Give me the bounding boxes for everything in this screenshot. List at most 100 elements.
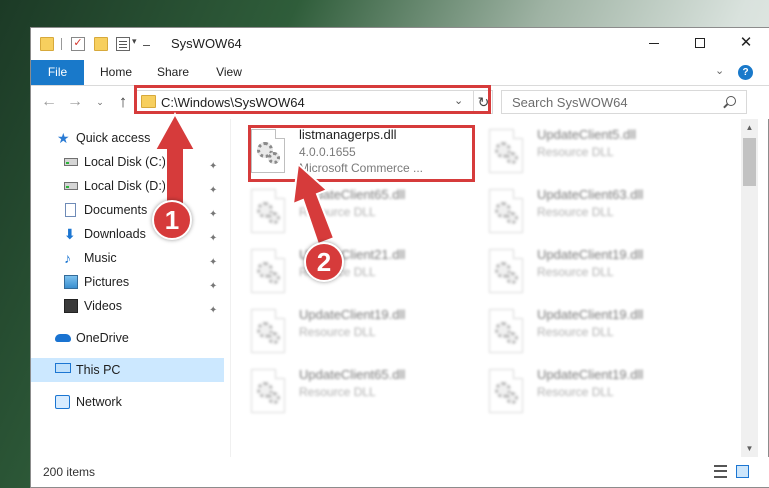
sidebar-item-network[interactable]: Network: [31, 390, 224, 414]
search-box[interactable]: Search SysWOW64: [501, 90, 747, 114]
file-item[interactable]: UpdateClient65.dll Resource DLL: [231, 361, 461, 417]
minimize-icon: [649, 42, 659, 44]
tab-share[interactable]: Share: [151, 60, 195, 85]
file-name: UpdateClient65.dll: [299, 187, 406, 202]
large-icons-view-icon[interactable]: [736, 465, 749, 478]
sidebar-item-label: Local Disk (C:): [84, 155, 166, 169]
qa-dropdown-icon[interactable]: ▾: [132, 36, 137, 47]
details-view-icon[interactable]: [714, 465, 727, 478]
sidebar-item-videos[interactable]: Videos ✦: [31, 294, 224, 318]
window-title: SysWOW64: [171, 36, 242, 51]
dll-file-icon: [489, 249, 523, 293]
onedrive-icon: [55, 334, 71, 342]
file-description: Resource DLL: [537, 265, 614, 279]
file-description: Resource DLL: [537, 385, 614, 399]
disk-icon: [64, 158, 78, 166]
sidebar-item-label: Videos: [84, 299, 122, 313]
star-icon: ★: [57, 130, 70, 146]
sidebar-item-quick-access[interactable]: ★ Quick access: [31, 126, 224, 150]
sidebar-item-label: Network: [76, 395, 122, 409]
file-item[interactable]: UpdateClient63.dll Resource DLL: [469, 181, 699, 237]
qa-toolbar-arrow-icon[interactable]: [143, 45, 150, 46]
up-button[interactable]: ↑: [113, 91, 133, 113]
dll-file-icon: [251, 369, 285, 413]
file-item[interactable]: UpdateClient19.dll Resource DLL: [469, 301, 699, 357]
pin-icon[interactable]: ✦: [209, 299, 217, 323]
sidebar-item-music[interactable]: ♪ Music ✦: [31, 246, 224, 270]
music-icon: ♪: [64, 250, 71, 266]
close-button[interactable]: ✕: [723, 28, 769, 58]
file-item[interactable]: UpdateClient19.dll Resource DLL: [469, 361, 699, 417]
file-name: UpdateClient65.dll: [299, 367, 406, 382]
file-name: UpdateClient19.dll: [537, 367, 644, 382]
file-description: Resource DLL: [537, 205, 614, 219]
search-icon[interactable]: [726, 96, 736, 106]
vertical-scrollbar[interactable]: ▲ ▼: [741, 119, 758, 457]
dll-file-icon: [489, 309, 523, 353]
dll-file-icon: [489, 129, 523, 173]
help-icon[interactable]: ?: [738, 65, 753, 80]
network-icon: [55, 395, 70, 409]
navigation-pane: ★ Quick access Local Disk (C:) ✦ Local D…: [31, 119, 231, 457]
customize-icon[interactable]: [116, 37, 130, 51]
dll-file-icon: [251, 309, 285, 353]
file-name: UpdateClient19.dll: [537, 307, 644, 322]
file-description: Resource DLL: [537, 145, 614, 159]
sidebar-item-pictures[interactable]: Pictures ✦: [31, 270, 224, 294]
folder-icon: [40, 37, 54, 51]
search-placeholder[interactable]: Search SysWOW64: [512, 95, 628, 110]
file-item[interactable]: UpdateClient65.dll Resource DLL: [231, 181, 461, 237]
status-bar: 200 items: [31, 457, 769, 487]
sidebar-item-onedrive[interactable]: OneDrive: [31, 326, 224, 350]
pictures-icon: [64, 275, 78, 289]
sidebar-item-documents[interactable]: Documents ✦: [31, 198, 224, 222]
file-description: Resource DLL: [299, 325, 376, 339]
file-item[interactable]: UpdateClient19.dll Resource DLL: [231, 301, 461, 357]
forward-button[interactable]: →: [65, 91, 85, 113]
sidebar-item-label: Pictures: [84, 275, 130, 289]
sidebar-item-local-disk-c[interactable]: Local Disk (C:) ✦: [31, 150, 224, 174]
sidebar-item-label: Documents: [84, 203, 148, 217]
sidebar-item-label: Music: [84, 251, 117, 265]
sidebar-item-downloads[interactable]: ⬇ Downloads ✦: [31, 222, 224, 246]
file-highlight: [248, 125, 475, 182]
callout-1: 1: [152, 200, 192, 240]
file-name: UpdateClient5.dll: [537, 127, 637, 142]
sidebar-item-label: OneDrive: [76, 331, 129, 345]
file-name: UpdateClient19.dll: [537, 247, 644, 262]
tab-home[interactable]: Home: [94, 60, 138, 85]
callout-2: 2: [304, 242, 344, 282]
recent-locations-button[interactable]: ⌄: [93, 91, 107, 113]
tab-file[interactable]: File: [31, 60, 84, 85]
file-item[interactable]: UpdateClient19.dll Resource DLL: [469, 241, 699, 297]
properties-check-icon[interactable]: ✓: [71, 37, 85, 51]
back-button[interactable]: ←: [39, 91, 59, 113]
sidebar-item-this-pc[interactable]: This PC: [31, 358, 224, 382]
item-count: 200 items: [43, 465, 96, 479]
sidebar-item-local-disk-d[interactable]: Local Disk (D:) ✦: [31, 174, 224, 198]
scroll-down-arrow-icon[interactable]: ▼: [741, 440, 758, 457]
scroll-thumb[interactable]: [743, 138, 756, 186]
downloads-icon: ⬇: [64, 226, 76, 242]
file-item[interactable]: UpdateClient21.dll Resource DLL: [231, 241, 461, 297]
sidebar-item-label: Quick access: [76, 131, 151, 145]
sidebar-item-label: Downloads: [84, 227, 146, 241]
documents-icon: [65, 203, 76, 217]
minimize-button[interactable]: [631, 28, 677, 58]
ribbon-expand-chevron-icon[interactable]: ⌄: [715, 64, 724, 77]
disk-icon: [64, 182, 78, 190]
title-separator: [61, 38, 62, 50]
file-name: UpdateClient63.dll: [537, 187, 644, 202]
address-bar-highlight: [134, 85, 491, 114]
dll-file-icon: [251, 189, 285, 233]
tab-view[interactable]: View: [207, 60, 251, 85]
maximize-icon: [695, 38, 705, 49]
scroll-up-arrow-icon[interactable]: ▲: [741, 119, 758, 136]
file-name: UpdateClient19.dll: [299, 307, 406, 322]
pc-icon: [55, 363, 71, 373]
new-folder-icon[interactable]: [94, 37, 108, 51]
file-description: Resource DLL: [299, 205, 376, 219]
file-item[interactable]: UpdateClient5.dll Resource DLL: [469, 121, 699, 177]
file-description: Resource DLL: [299, 385, 376, 399]
maximize-button[interactable]: [677, 28, 723, 58]
